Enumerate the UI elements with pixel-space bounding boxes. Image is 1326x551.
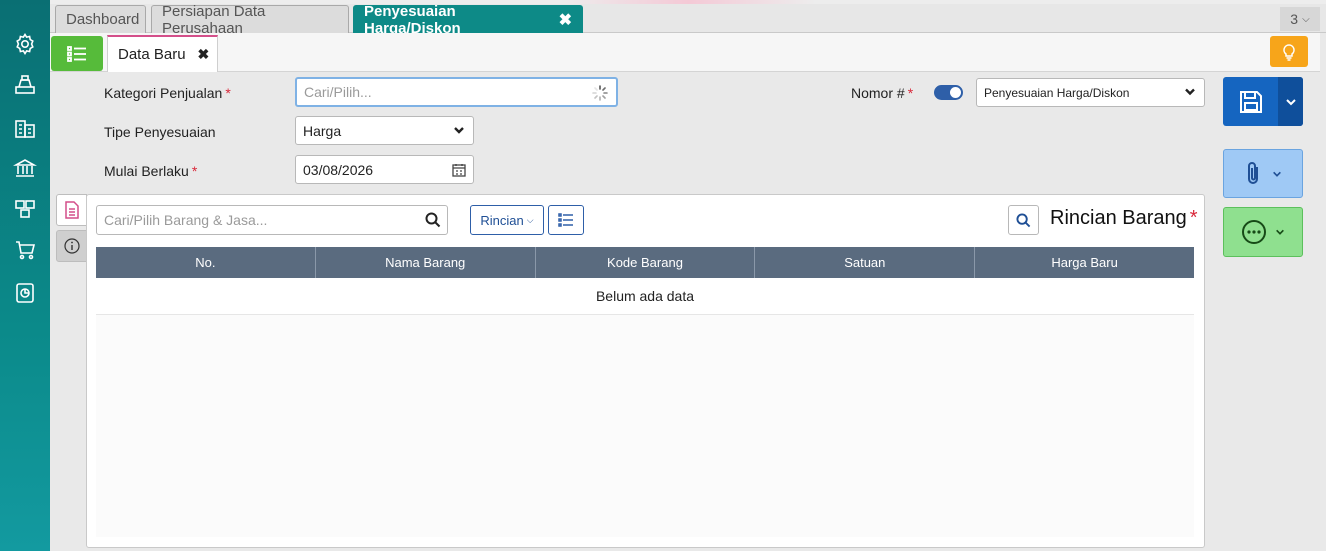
chevron-down-icon: ⌵: [526, 214, 534, 225]
list-icon: [558, 213, 573, 227]
search-icon[interactable]: [425, 212, 441, 231]
items-table: No. Nama Barang Kode Barang Satuan Harga…: [96, 247, 1194, 537]
calendar-icon[interactable]: [452, 163, 466, 180]
nomor-select[interactable]: Penyesuaian Harga/Diskon: [976, 78, 1205, 107]
tab-persiapan-data[interactable]: Persiapan Data Perusahaan: [151, 3, 349, 37]
tab-penyesuaian-harga[interactable]: Penyesuaian Harga/Diskon ✖: [353, 3, 583, 37]
tipe-select[interactable]: Harga: [295, 116, 474, 145]
nomor-label-text: Nomor #: [851, 85, 905, 101]
chevron-down-icon: [1184, 85, 1196, 100]
panel-title-text: Rincian Barang: [1050, 207, 1187, 229]
save-main[interactable]: [1223, 77, 1278, 126]
search-icon: [1016, 212, 1031, 227]
item-search-placeholder: Cari/Pilih Barang & Jasa...: [104, 212, 268, 228]
tab-label: Persiapan Data Perusahaan: [162, 2, 266, 37]
panel-title: Rincian Barang *: [1050, 207, 1198, 230]
column-header-kode-barang[interactable]: Kode Barang: [536, 247, 756, 278]
nomor-label: Nomor # *: [851, 85, 913, 101]
tipe-label: Tipe Penyesuaian: [104, 124, 216, 140]
rincian-dropdown-button[interactable]: Rincian ⌵: [470, 205, 544, 235]
chevron-down-icon: [1276, 229, 1284, 235]
kategori-label: Kategori Penjualan *: [104, 85, 231, 101]
tab-label: Dashboard: [66, 11, 140, 28]
table-header: No. Nama Barang Kode Barang Satuan Harga…: [96, 247, 1194, 278]
save-dropdown[interactable]: [1278, 77, 1303, 126]
info-icon: [63, 238, 80, 254]
item-search-input[interactable]: Cari/Pilih Barang & Jasa...: [96, 205, 448, 235]
list-view-button[interactable]: [51, 36, 103, 71]
rincian-label: Rincian: [480, 212, 524, 228]
chevron-down-icon: ⌵: [1302, 13, 1310, 25]
subtab-label: Data Baru: [118, 46, 186, 63]
sidebar-nav: [0, 0, 50, 551]
tab-count: 3: [1290, 11, 1299, 27]
inventory-icon[interactable]: [12, 196, 38, 222]
tab-dashboard[interactable]: Dashboard: [55, 5, 146, 33]
tab-document[interactable]: [56, 194, 87, 226]
column-header-no[interactable]: No.: [96, 247, 316, 278]
sub-header: Data Baru ✖: [50, 33, 1320, 72]
required-mark: *: [1189, 207, 1198, 229]
more-actions-button[interactable]: [1223, 207, 1303, 257]
mulai-value: 03/08/2026: [303, 161, 374, 178]
rincian-panel: Cari/Pilih Barang & Jasa... Rincian ⌵ Ri…: [86, 194, 1205, 548]
cashier-icon[interactable]: [12, 72, 38, 98]
required-mark: *: [191, 163, 198, 179]
kategori-input[interactable]: Cari/Pilih...: [295, 77, 618, 107]
floppy-icon: [1239, 90, 1262, 113]
nomor-value: Penyesuaian Harga/Diskon: [984, 85, 1130, 100]
document-icon: [64, 201, 79, 219]
more-dots-icon: [1242, 220, 1266, 244]
report-icon[interactable]: [12, 280, 38, 306]
chevron-down-icon: [1285, 98, 1296, 105]
table-body-area: [96, 315, 1194, 537]
close-icon[interactable]: ✖: [198, 46, 210, 63]
required-mark: *: [225, 85, 231, 101]
table-search-button[interactable]: [1008, 205, 1039, 235]
save-button[interactable]: [1223, 77, 1303, 126]
mulai-label: Mulai Berlaku *: [104, 163, 197, 179]
kategori-placeholder: Cari/Pilih...: [304, 84, 372, 100]
lightbulb-icon: [1283, 43, 1295, 61]
attachment-button[interactable]: [1223, 149, 1303, 198]
kategori-label-text: Kategori Penjualan: [104, 85, 223, 101]
tipe-label-text: Tipe Penyesuaian: [104, 124, 216, 140]
empty-row: Belum ada data: [96, 278, 1194, 315]
cart-icon[interactable]: [12, 237, 38, 263]
column-header-nama-barang[interactable]: Nama Barang: [316, 247, 536, 278]
empty-text: Belum ada data: [595, 288, 695, 304]
chevron-down-icon: [1273, 171, 1281, 177]
loading-spinner-icon: [592, 85, 608, 104]
paperclip-icon: [1248, 161, 1258, 184]
bank-icon[interactable]: [12, 155, 38, 181]
column-list-button[interactable]: [548, 205, 584, 235]
gear-icon[interactable]: [12, 31, 38, 57]
building-icon[interactable]: [12, 115, 38, 141]
tipe-value: Harga: [303, 122, 342, 139]
close-icon[interactable]: ✖: [559, 10, 572, 30]
mulai-date-input[interactable]: 03/08/2026: [295, 155, 474, 184]
tab-count-dropdown[interactable]: 3 ⌵: [1280, 7, 1320, 31]
tab-info[interactable]: [56, 230, 87, 262]
nomor-auto-toggle[interactable]: [934, 85, 963, 100]
chevron-down-icon: [453, 123, 465, 139]
list-icon: [67, 45, 86, 62]
tab-label: Penyesuaian Harga/Diskon: [364, 2, 461, 37]
mulai-label-text: Mulai Berlaku: [104, 163, 189, 179]
column-header-satuan[interactable]: Satuan: [755, 247, 976, 278]
column-header-harga-baru[interactable]: Harga Baru: [975, 247, 1194, 278]
tips-button[interactable]: [1270, 36, 1308, 67]
tab-data-baru[interactable]: Data Baru ✖: [107, 35, 218, 72]
required-mark: *: [907, 85, 914, 101]
